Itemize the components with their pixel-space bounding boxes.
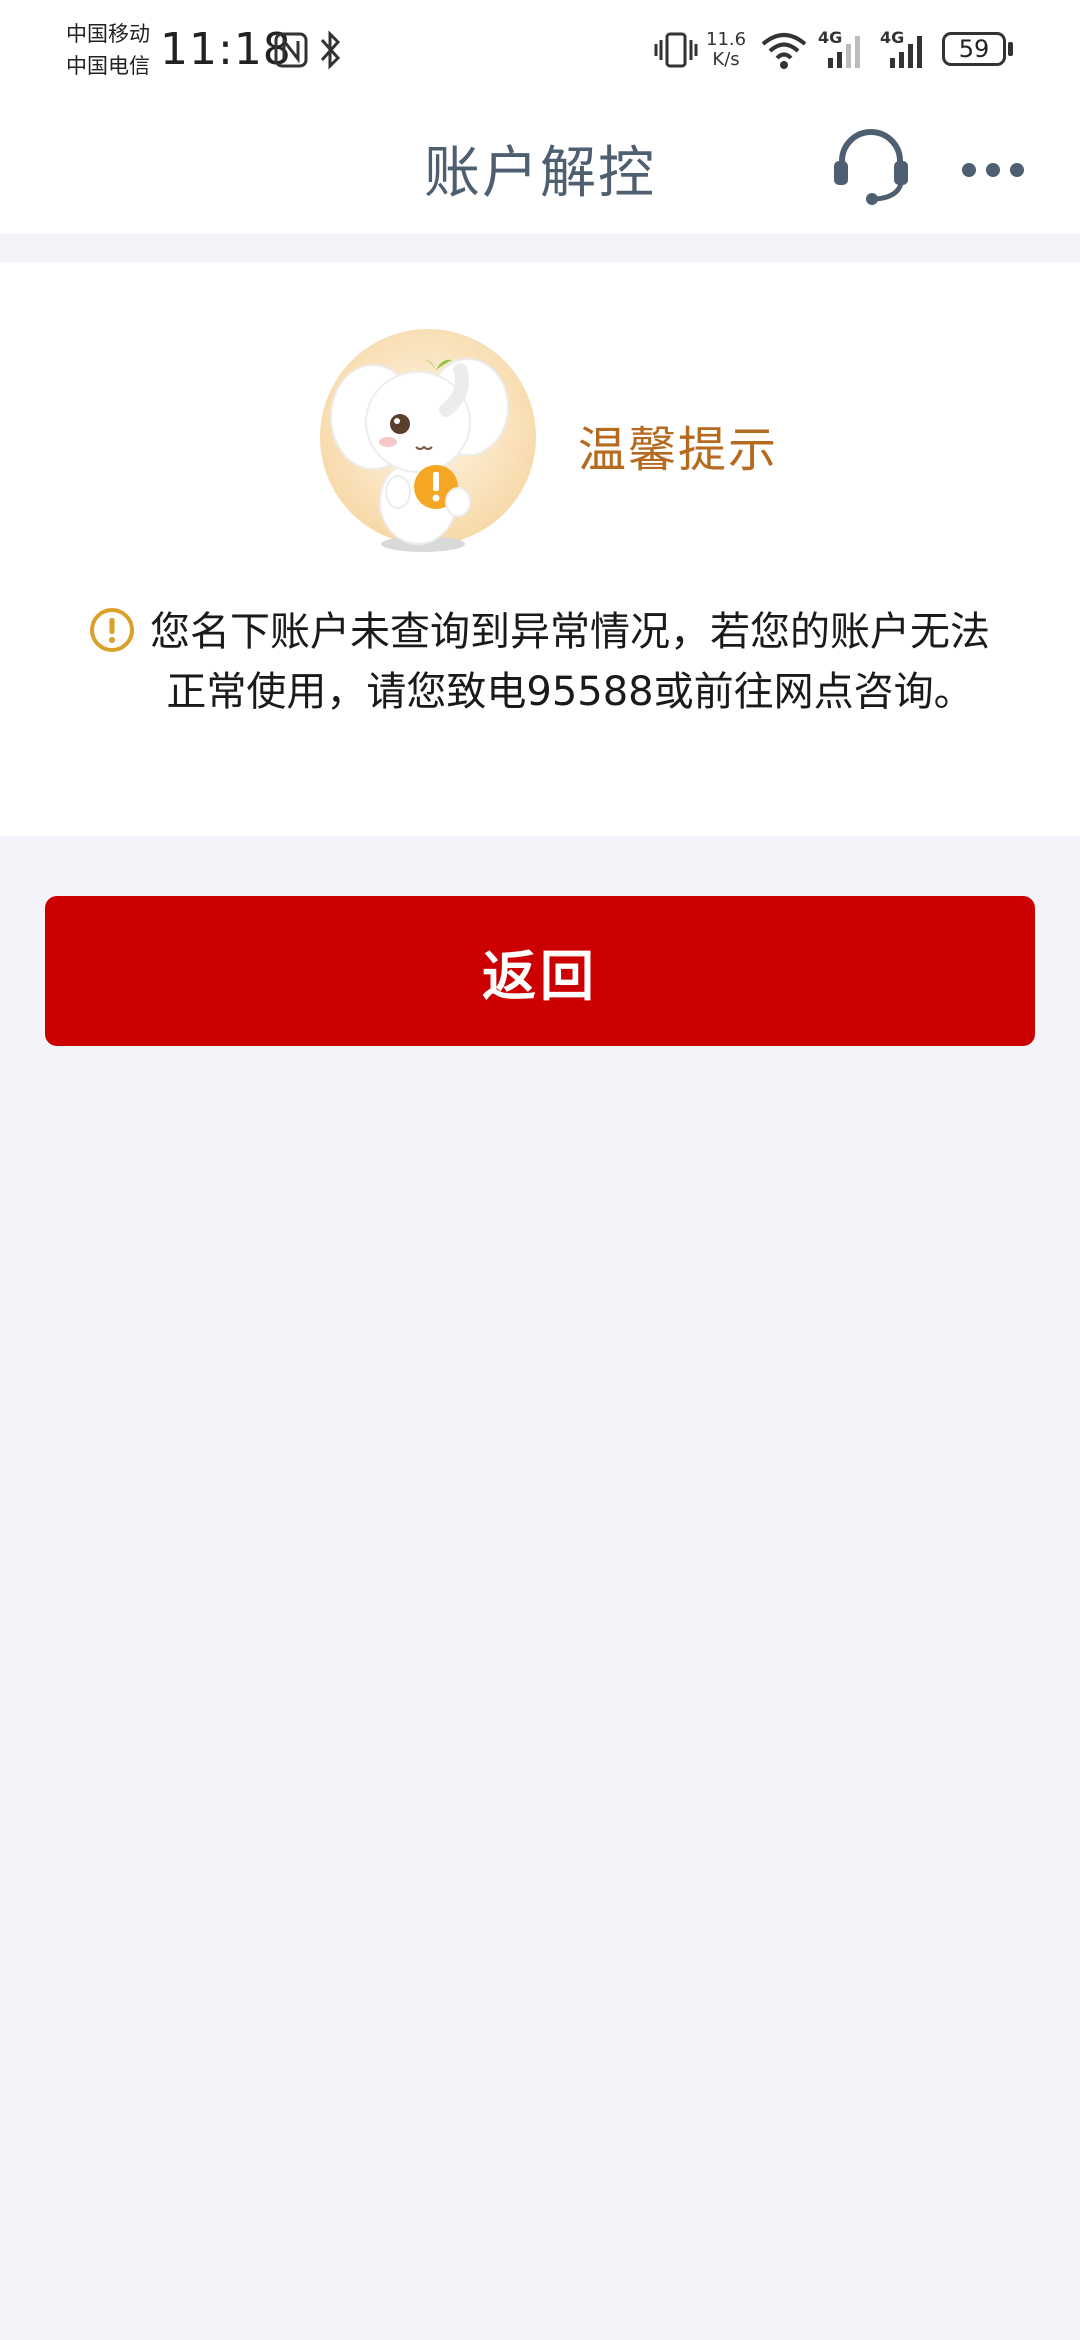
net-speed-unit: K/s [712, 49, 740, 70]
signal-icon [828, 36, 860, 68]
status-bar: 中国移动 中国电信 11:18 11.6 K/s 4G 4G 59 [0, 0, 1080, 100]
vibrate-icon [654, 32, 698, 68]
nfc-icon [274, 32, 308, 68]
tip-message: 您名下账户未查询到异常情况，若您的账户无法正常使用，请您致电95588或前往网点… [150, 609, 990, 715]
mascot-elephant [320, 329, 536, 552]
page-title: 账户解控 [424, 141, 656, 206]
signal-icon [890, 36, 922, 68]
warning-icon [90, 608, 134, 652]
battery-tip [1008, 42, 1013, 56]
battery-icon: 59 [942, 32, 1006, 66]
more-icon[interactable] [955, 155, 1065, 185]
back-button[interactable]: 返回 [45, 896, 1035, 1046]
tip-title: 温馨提示 [578, 422, 779, 478]
net-speed-value: 11.6 [706, 29, 747, 50]
clock: 11:18 [160, 24, 292, 75]
carrier-2: 中国电信 [66, 54, 150, 78]
customer-service-icon[interactable] [830, 125, 912, 207]
tip-card: 温馨提示 您名下账户未查询到异常情况，若您的账户无法正常使用，请您致电95588… [0, 262, 1080, 836]
carrier-names: 中国移动 中国电信 [66, 18, 150, 82]
bluetooth-icon [320, 30, 341, 70]
wifi-icon [761, 33, 807, 69]
net-speed: 11.6 K/s [706, 30, 746, 70]
battery-level: 59 [958, 35, 990, 63]
nav-bar: 账户解控 [0, 100, 1080, 234]
carrier-1: 中国移动 [66, 22, 150, 46]
